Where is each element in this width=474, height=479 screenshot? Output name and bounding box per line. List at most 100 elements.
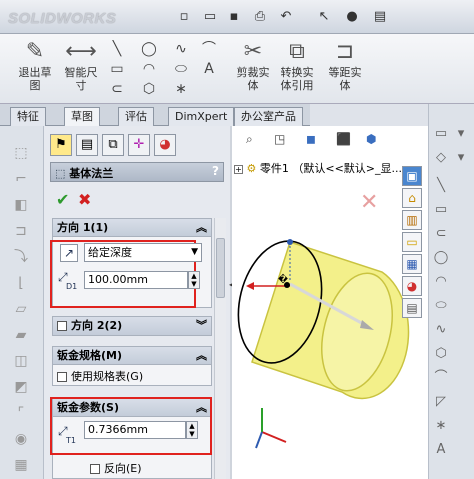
- direction2-header[interactable]: 方向 2(2) ︾: [53, 317, 211, 335]
- slot-icon[interactable]: ⊂: [108, 80, 126, 98]
- scrollbar-thumb[interactable]: [216, 238, 225, 298]
- slot-icon[interactable]: ⊂: [433, 226, 449, 242]
- feature-manager-icon[interactable]: ⚑: [50, 134, 72, 156]
- view-zoom-icon[interactable]: ⌕: [246, 132, 253, 147]
- tab-dimxpert[interactable]: DimXpert: [168, 107, 235, 126]
- chamfer-icon[interactable]: ◸: [433, 394, 449, 410]
- dimxpert-manager-icon[interactable]: ✛: [128, 134, 150, 156]
- save-icon[interactable]: ▪: [226, 9, 242, 25]
- eraser-icon[interactable]: ◇: [433, 150, 449, 166]
- rectangle-icon[interactable]: ▭: [433, 202, 449, 218]
- thickness-spinner[interactable]: ▲ ▼: [186, 421, 198, 439]
- file-explorer-icon[interactable]: ▭: [402, 232, 422, 252]
- direction2-checkbox[interactable]: [57, 321, 67, 331]
- appearances-icon[interactable]: ◕: [402, 276, 422, 296]
- fillet-icon[interactable]: ⌒: [200, 40, 218, 58]
- feature-tree-root[interactable]: + ⚙ 零件1 （默认<<默认>_显...: [234, 160, 402, 176]
- depth-input[interactable]: 100.00mm: [84, 271, 188, 289]
- thickness-input[interactable]: 0.7366mm: [84, 421, 186, 439]
- reverse-checkbox[interactable]: [90, 464, 100, 474]
- open-icon[interactable]: ▭: [202, 9, 218, 25]
- jog-icon[interactable]: ⤵: [12, 248, 30, 266]
- property-manager-icon[interactable]: ▤: [76, 134, 98, 156]
- ok-button[interactable]: ✔: [56, 190, 69, 209]
- rebuild-icon[interactable]: ●: [344, 9, 360, 25]
- expand-plus-icon[interactable]: +: [234, 165, 243, 174]
- use-gauge-checkbox[interactable]: [57, 372, 67, 382]
- options-icon[interactable]: ▤: [372, 9, 388, 25]
- convert-entities-button[interactable]: ⧉ 转换实 体引用: [270, 38, 324, 98]
- fold-icon[interactable]: ▰: [12, 326, 30, 344]
- direction1-header[interactable]: 方向 1(1) ︽: [53, 219, 211, 237]
- new-icon[interactable]: ▫: [176, 9, 192, 25]
- circle-icon[interactable]: ◯: [433, 250, 449, 266]
- use-gauge-row[interactable]: 使用规格表(G): [53, 365, 211, 387]
- chevron-down-icon[interactable]: ▾: [453, 126, 469, 142]
- undo-icon[interactable]: ↶: [278, 9, 294, 25]
- vent-icon[interactable]: ▦: [12, 456, 30, 474]
- custom-properties-icon[interactable]: ▤: [402, 298, 422, 318]
- arc-icon[interactable]: ◠: [433, 274, 449, 290]
- chevron-up-icon[interactable]: ︽: [196, 347, 207, 364]
- model-preview[interactable]: �: [232, 222, 428, 462]
- cancel-button[interactable]: ✖: [78, 190, 91, 209]
- graphics-area[interactable]: ⌕ ◳ ◼ ⬛ ⬢ + ⚙ 零件1 （默认<<默认>_显... ✕ �: [232, 126, 428, 479]
- resources-icon[interactable]: ▣: [402, 166, 422, 186]
- help-button[interactable]: ?: [212, 164, 219, 178]
- section-view-icon[interactable]: ◼: [306, 132, 316, 146]
- arc-icon[interactable]: ◠: [140, 60, 158, 78]
- spline-icon[interactable]: ∿: [433, 322, 449, 338]
- tab-sketch[interactable]: 草图: [64, 107, 100, 126]
- forming-tool-icon[interactable]: ◉: [12, 430, 30, 448]
- point-icon[interactable]: ∗: [433, 418, 449, 434]
- flatten-icon[interactable]: ◫: [12, 352, 30, 370]
- edge-flange-icon[interactable]: ⌐: [12, 170, 30, 188]
- chevron-up-icon[interactable]: ︽: [196, 219, 207, 236]
- smart-dimension-button[interactable]: ⟷ 智能尺 寸: [54, 38, 108, 98]
- reverse-row[interactable]: 反向(E): [90, 460, 142, 476]
- view-orientation-icon[interactable]: ⬛: [336, 132, 351, 146]
- polygon-icon[interactable]: ⬡: [140, 80, 158, 98]
- select-icon[interactable]: ↖: [316, 9, 332, 25]
- tab-evaluate[interactable]: 评估: [118, 107, 154, 126]
- miter-flange-icon[interactable]: ◧: [12, 196, 30, 214]
- text-icon[interactable]: A: [200, 60, 218, 78]
- display-manager-icon[interactable]: ◕: [154, 134, 176, 156]
- line-icon[interactable]: ╲: [433, 178, 449, 194]
- panel-scrollbar[interactable]: [214, 218, 226, 479]
- view-palette-icon[interactable]: ▦: [402, 254, 422, 274]
- hem-icon[interactable]: ⊐: [12, 222, 30, 240]
- polygon-icon[interactable]: ⬡: [433, 346, 449, 362]
- fillet-icon[interactable]: ⌒: [433, 370, 449, 386]
- sketched-bend-icon[interactable]: ⌊: [12, 274, 30, 292]
- tab-features[interactable]: 特征: [10, 107, 46, 126]
- text-icon[interactable]: A: [433, 442, 449, 458]
- home-icon[interactable]: ⌂: [402, 188, 422, 208]
- ellipse-icon[interactable]: ⬭: [433, 298, 449, 314]
- design-library-icon[interactable]: ▥: [402, 210, 422, 230]
- point-icon[interactable]: ∗: [172, 80, 190, 98]
- reverse-direction-icon[interactable]: ↗: [60, 244, 78, 262]
- configuration-manager-icon[interactable]: ⧉: [102, 134, 124, 156]
- depth-spinner[interactable]: ▲ ▼: [188, 271, 200, 289]
- spline-icon[interactable]: ∿: [172, 40, 190, 58]
- display-style-icon[interactable]: ⬢: [366, 132, 376, 146]
- rectangle-icon[interactable]: ▭: [108, 60, 126, 78]
- print-icon[interactable]: ⎙: [252, 9, 268, 25]
- unfold-icon[interactable]: ▱: [12, 300, 30, 318]
- tab-office-products[interactable]: 办公室产品: [234, 107, 303, 126]
- chevron-down-icon[interactable]: ︾: [196, 317, 207, 334]
- sheet-gauges-header[interactable]: 钣金规格(M) ︽: [53, 347, 211, 365]
- chevron-down-icon[interactable]: ▾: [453, 150, 469, 166]
- cancel-preview-icon[interactable]: ✕: [360, 190, 378, 215]
- end-condition-select[interactable]: 给定深度 ▼: [84, 243, 202, 262]
- ellipse-icon[interactable]: ⬭: [172, 60, 190, 78]
- line-icon[interactable]: ╲: [108, 40, 126, 58]
- sheet-metal-icon[interactable]: ⬚: [12, 144, 30, 162]
- offset-entities-button[interactable]: ⊐ 等距实 体: [318, 38, 372, 98]
- previous-view-icon[interactable]: ◳: [274, 132, 285, 146]
- sketch-icon[interactable]: ▭: [433, 126, 449, 142]
- corner-icon[interactable]: ⌜: [12, 404, 30, 422]
- rip-icon[interactable]: ◩: [12, 378, 30, 396]
- circle-icon[interactable]: ◯: [140, 40, 158, 58]
